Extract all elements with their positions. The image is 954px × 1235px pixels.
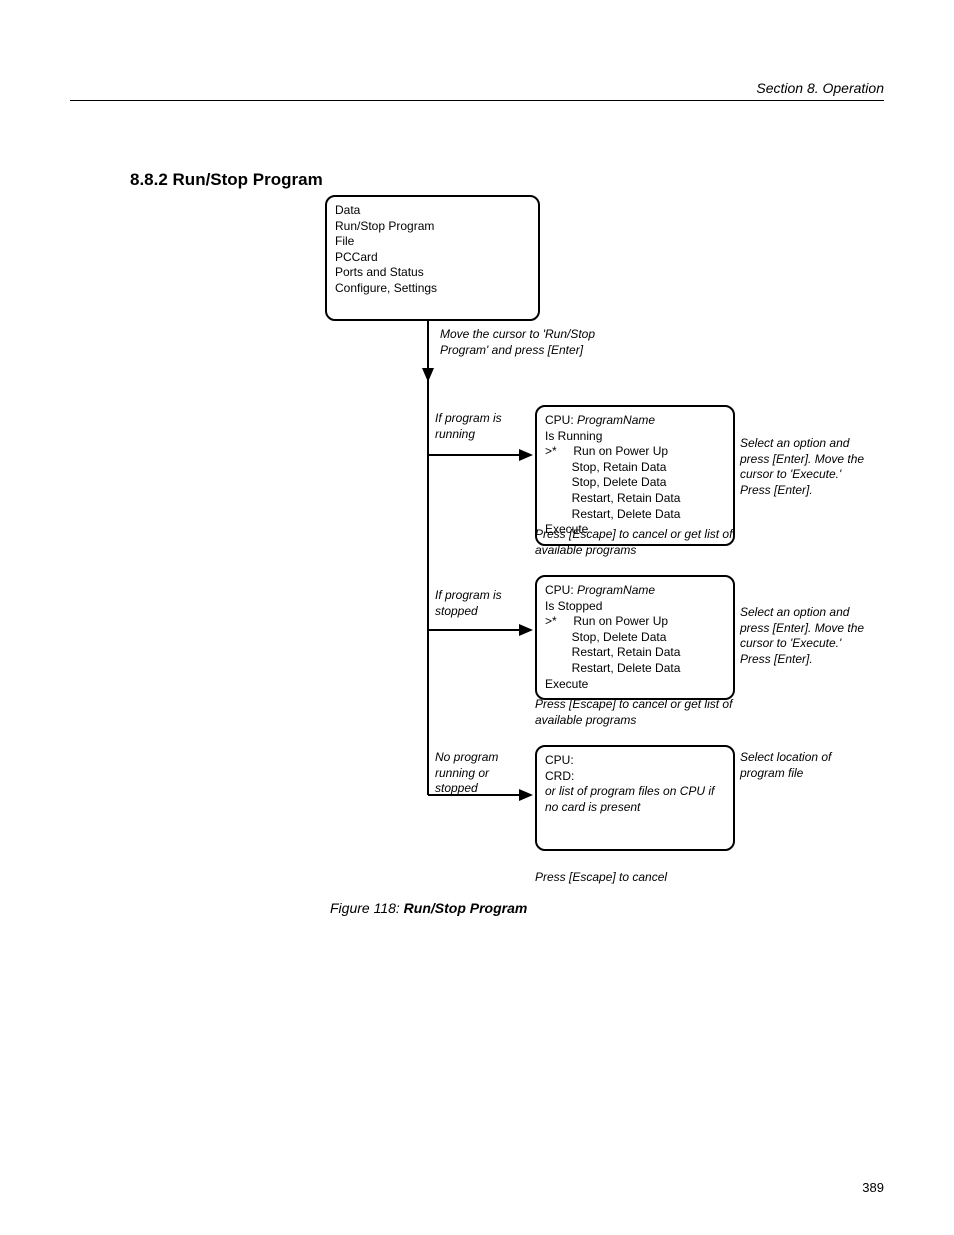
label-stopped-escape: Press [Escape] to cancel or get list of … — [535, 697, 735, 728]
box-line: Restart, Delete Data — [545, 661, 725, 677]
label-no-program: No program running or stopped — [435, 750, 525, 797]
text-cpu: CPU: — [545, 413, 574, 427]
box-line: or list of program files on CPU if no ca… — [545, 784, 725, 815]
label-stopped-note: Select an option and press [Enter]. Move… — [740, 605, 870, 667]
menu-item: Ports and Status — [335, 265, 530, 281]
figure-caption: Figure 118: Run/Stop Program — [330, 900, 527, 916]
label-running-note: Select an option and press [Enter]. Move… — [740, 436, 870, 498]
figure-title: Run/Stop Program — [404, 900, 528, 916]
label-noprog-note: Select location of program file — [740, 750, 860, 781]
box-line: CPU: ProgramName — [545, 413, 725, 429]
stopped-box: CPU: ProgramName Is Stopped >* Run on Po… — [535, 575, 735, 700]
menu-item: PCCard — [335, 250, 530, 266]
label-move-cursor: Move the cursor to 'Run/Stop Program' an… — [440, 327, 600, 358]
section-title: 8.8.2 Run/Stop Program — [130, 170, 323, 190]
menu-box: Data Run/Stop Program File PCCard Ports … — [325, 195, 540, 321]
menu-item: Run/Stop Program — [335, 219, 530, 235]
box-line: Stop, Delete Data — [545, 630, 725, 646]
box-line: Restart, Retain Data — [545, 645, 725, 661]
label-running-escape: Press [Escape] to cancel or get list of … — [535, 527, 735, 558]
menu-item: Data — [335, 203, 530, 219]
label-noprog-escape: Press [Escape] to cancel — [535, 870, 735, 886]
menu-item: Configure, Settings — [335, 281, 530, 297]
box-line: CPU: ProgramName — [545, 583, 725, 599]
box-line: Is Running — [545, 429, 725, 445]
box-line: CPU: — [545, 753, 725, 769]
box-line: Stop, Delete Data — [545, 475, 725, 491]
box-line: Execute — [545, 677, 725, 693]
text-progname: ProgramName — [577, 413, 655, 427]
page-number: 389 — [862, 1180, 884, 1195]
box-line: >* Run on Power Up — [545, 444, 725, 460]
label-if-running: If program is running — [435, 411, 525, 442]
figure-prefix: Figure 118: — [330, 900, 404, 916]
box-line: Is Stopped — [545, 599, 725, 615]
text-progname: ProgramName — [577, 583, 655, 597]
text-cpu: CPU: — [545, 583, 574, 597]
menu-item: File — [335, 234, 530, 250]
box-line: Restart, Delete Data — [545, 507, 725, 523]
running-box: CPU: ProgramName Is Running >* Run on Po… — [535, 405, 735, 546]
label-if-stopped: If program is stopped — [435, 588, 525, 619]
header-section: Section 8. Operation — [756, 80, 884, 96]
header-rule — [70, 100, 884, 101]
box-line: CRD: — [545, 769, 725, 785]
box-line: Restart, Retain Data — [545, 491, 725, 507]
box-line: >* Run on Power Up — [545, 614, 725, 630]
box-line: Stop, Retain Data — [545, 460, 725, 476]
noprog-box: CPU: CRD: or list of program files on CP… — [535, 745, 735, 851]
